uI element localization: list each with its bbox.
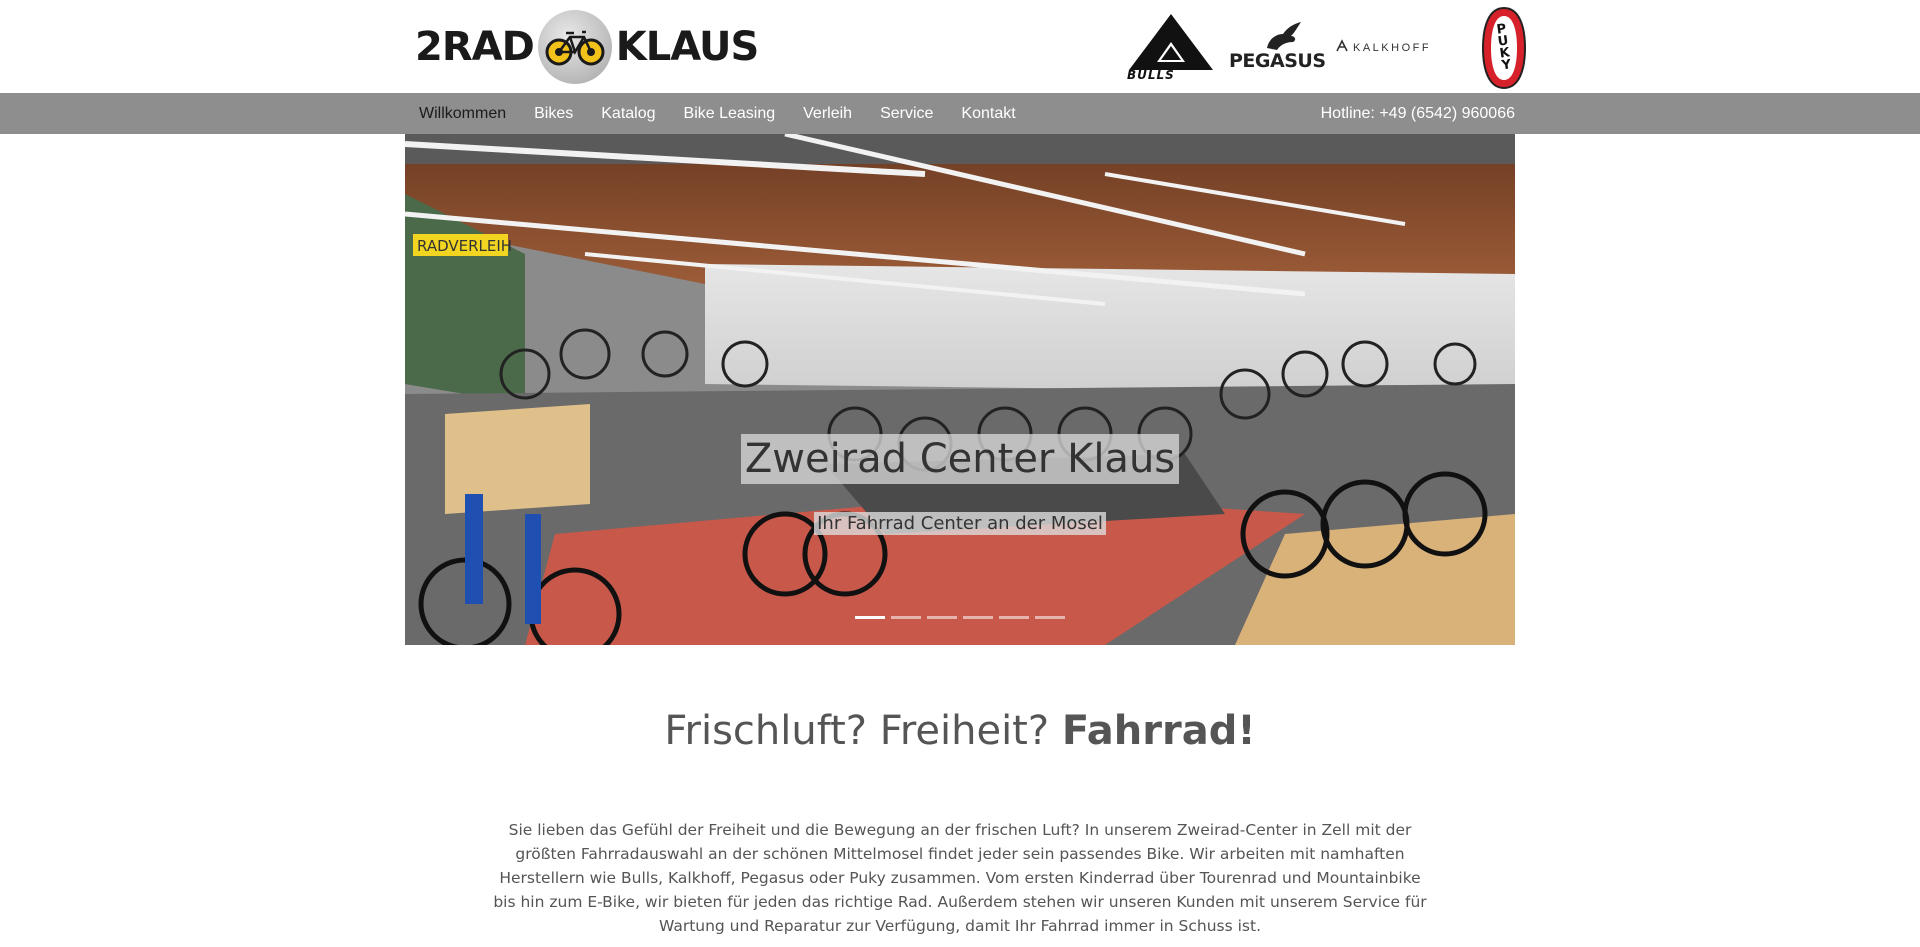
carousel-indicator[interactable]	[855, 616, 885, 619]
headline-regular: Frischluft? Freiheit?	[664, 708, 1062, 754]
carousel-indicator[interactable]	[927, 616, 957, 619]
hotline-phone[interactable]: Hotline: +49 (6542) 960066	[1321, 93, 1515, 134]
carousel-indicator[interactable]	[1035, 616, 1065, 619]
nav-item-kontakt[interactable]: Kontakt	[947, 93, 1029, 134]
logo-text-right: KLAUS	[615, 24, 759, 70]
pegasus-logo[interactable]: PEGASUS	[1227, 18, 1326, 78]
bicycle-logo-icon	[537, 10, 612, 84]
nav-item-willkommen[interactable]: Willkommen	[405, 93, 520, 134]
puky-logo[interactable]: P U K Y	[1479, 6, 1529, 90]
brand-logos: BULLS PEGASUS KALKHOFF P U K Y	[1125, 6, 1529, 90]
page-headline: Frischluft? Freiheit? Fahrrad!	[0, 708, 1920, 754]
radverleih-sign: RADVERLEIH	[417, 237, 512, 255]
slide-subtitle-text: Ihr Fahrrad Center an der Mosel	[814, 512, 1106, 535]
nav-menu: Willkommen Bikes Katalog Bike Leasing Ve…	[405, 93, 1030, 134]
carousel-indicator[interactable]	[999, 616, 1029, 619]
site-header: 2RAD KLAUS BULLS PEGASUS KALKHOFF P U K …	[0, 0, 1920, 93]
pegasus-label: PEGASUS	[1229, 50, 1326, 72]
kalkhoff-emblem-icon	[1335, 38, 1349, 58]
carousel-indicator[interactable]	[963, 616, 993, 619]
nav-item-bikes[interactable]: Bikes	[520, 93, 587, 134]
showroom-photo: RADVERLEIH	[405, 134, 1515, 645]
carousel-indicators	[405, 616, 1515, 619]
nav-item-bike-leasing[interactable]: Bike Leasing	[670, 93, 790, 134]
slide-title-text: Zweirad Center Klaus	[740, 434, 1180, 484]
kalkhoff-label: KALKHOFF	[1353, 42, 1432, 54]
nav-item-katalog[interactable]: Katalog	[587, 93, 669, 134]
puky-letter: Y	[1500, 57, 1513, 74]
intro-paragraph: Sie lieben das Gefühl der Freiheit und d…	[493, 821, 1427, 935]
nav-item-verleih[interactable]: Verleih	[789, 93, 866, 134]
carousel-indicator[interactable]	[891, 616, 921, 619]
hero-carousel[interactable]: RADVERLEIH Zweirad Center Klaus Ihr Fahr…	[405, 134, 1515, 645]
bulls-label: BULLS	[1127, 68, 1175, 82]
main-navigation: Willkommen Bikes Katalog Bike Leasing Ve…	[0, 93, 1920, 134]
kalkhoff-logo[interactable]: KALKHOFF	[1335, 28, 1445, 68]
site-logo[interactable]: 2RAD KLAUS	[415, 8, 759, 86]
slide-title: Zweirad Center Klaus	[405, 434, 1515, 484]
slide-subtitle: Ihr Fahrrad Center an der Mosel	[405, 512, 1515, 535]
bulls-logo[interactable]: BULLS	[1125, 12, 1217, 84]
logo-text-left: 2RAD	[415, 24, 535, 70]
nav-item-service[interactable]: Service	[866, 93, 947, 134]
headline-bold: Fahrrad!	[1061, 708, 1256, 754]
